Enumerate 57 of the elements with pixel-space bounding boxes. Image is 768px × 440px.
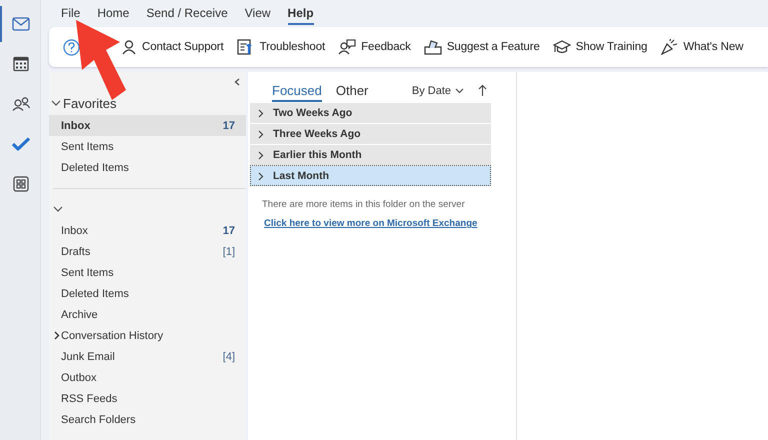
folder-item[interactable]: RSS Feeds [49,388,246,409]
group-header[interactable]: Last Month [250,165,491,186]
chevron-right-icon [258,130,264,138]
folder-item[interactable]: Junk Email [4] [49,346,246,367]
menu-tab[interactable]: File [61,2,80,24]
chevron-right-icon [258,150,264,160]
calendar-icon [13,56,29,72]
help-icon [63,38,80,56]
chevron-right-icon [258,108,264,118]
ribbon-button[interactable]: Feedback [338,39,411,55]
feedback-icon [338,39,356,55]
menu-tab[interactable]: Send / Receive [146,2,228,24]
folder-item[interactable]: Inbox 17 [49,115,246,136]
folder-item[interactable]: Inbox 17 [49,220,246,241]
chevron-down-icon [455,88,464,94]
inbox-tab[interactable]: Other [336,83,368,102]
sort-order-icon[interactable] [478,84,487,97]
sort-dropdown[interactable]: By Date [412,85,464,102]
item-count: [4] [222,350,235,362]
ribbon-button[interactable]: Contact Support [121,39,224,55]
mail-icon [12,17,30,31]
ribbon-button[interactable]: Troubleshoot [236,39,326,55]
unread-count: 17 [222,120,235,132]
folder-item[interactable]: Archive [49,304,246,325]
checkmark-icon [12,137,30,151]
ribbon-button[interactable]: Show Training [552,39,648,55]
folder-item[interactable]: Deleted Items [49,157,246,178]
exchange-link[interactable]: Click here to view more on Microsoft Exchange [250,210,491,229]
group-header[interactable]: Three Weeks Ago [250,123,491,144]
menu-tab[interactable]: Help [288,2,314,24]
item-count: [1] [222,246,235,258]
group-header[interactable]: Earlier this Month [250,144,491,165]
folder-item[interactable]: Search Folders [49,409,246,430]
folder-item[interactable]: Deleted Items [49,283,246,304]
chevron-right-icon [54,331,60,340]
apps-icon [13,176,29,192]
menu-tab[interactable]: View [244,2,271,24]
section-header[interactable]: Favorites [49,92,246,115]
chevron-down-icon[interactable] [53,206,63,213]
info-text: There are more items in this folder on the server [261,198,466,210]
ribbon-button[interactable]: What's New [660,39,744,55]
people-icon [12,97,30,111]
folder-item[interactable]: Conversation History [49,325,246,346]
ribbon-button[interactable]: Suggest a Feature [424,39,540,55]
ribbon-button[interactable] [63,38,80,56]
ballot-box-icon [424,39,442,55]
graduation-cap-icon [552,39,571,55]
party-popper-icon [660,39,678,55]
folder-item[interactable]: Drafts [1] [49,241,246,262]
folder-item[interactable]: Outbox [49,367,246,388]
chevron-right-icon [258,172,264,180]
folder-item[interactable]: Sent Items [49,136,246,157]
folder-item[interactable]: Sent Items [49,262,246,283]
person-icon [121,39,137,55]
group-header[interactable]: Two Weeks Ago [250,102,491,123]
menu-tab[interactable]: Home [97,2,130,24]
item-count: 17 [222,224,235,236]
